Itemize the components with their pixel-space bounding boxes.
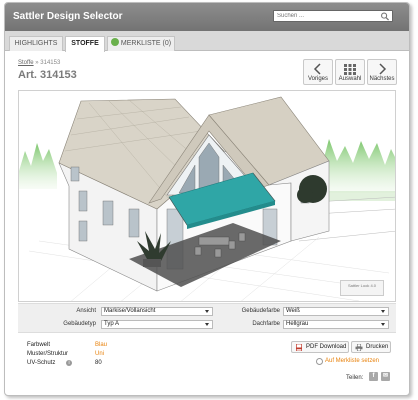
tab-highlights-label: HIGHLIGHTS bbox=[14, 40, 58, 47]
ansicht-value: Markise/Vollansicht bbox=[104, 308, 156, 314]
property-key: UV-Schutz bbox=[27, 360, 56, 366]
house-illustration bbox=[19, 96, 395, 301]
merkliste-icon[interactable] bbox=[316, 358, 323, 365]
print-button[interactable]: Drucken bbox=[351, 341, 391, 353]
printer-icon bbox=[355, 344, 363, 351]
breadcrumb: Stoffe » 314153 bbox=[18, 60, 60, 66]
viewer-badge: Sattler Look 4.0 bbox=[340, 280, 384, 296]
pdf-download-label: PDF Download bbox=[306, 344, 347, 350]
email-icon[interactable]: ✉ bbox=[381, 372, 390, 381]
house-preview[interactable]: Sattler Look 4.0 bbox=[18, 90, 396, 302]
property-row: Farbwelt Blau bbox=[27, 341, 147, 350]
dachfarbe-label: Dachfarbe bbox=[252, 321, 280, 327]
next-button[interactable]: Nächstes bbox=[367, 59, 397, 85]
viewer-badge-text: Sattler Look 4.0 bbox=[347, 283, 377, 288]
breadcrumb-current: 314153 bbox=[40, 60, 61, 66]
chevron-down-icon bbox=[205, 310, 209, 313]
search-box[interactable] bbox=[273, 10, 393, 22]
gebaeudetyp-label: Gebäudetyp bbox=[63, 321, 96, 327]
chevron-down-icon bbox=[205, 323, 209, 326]
previous-label: Voriges bbox=[307, 76, 328, 82]
search-input[interactable] bbox=[274, 11, 378, 21]
app-window: Sattler Design Selector HIGHLIGHTS STOFF… bbox=[4, 2, 410, 396]
tab-merkliste[interactable]: MERKLISTE (0) bbox=[107, 36, 175, 51]
gebaeudefarbe-select[interactable]: Weiß bbox=[283, 307, 389, 316]
property-value: Blau bbox=[95, 342, 108, 348]
chevron-down-icon bbox=[381, 310, 385, 313]
breadcrumb-link-stoffe[interactable]: Stoffe bbox=[18, 60, 34, 66]
tab-stoffe-label: STOFFE bbox=[71, 40, 99, 47]
property-value: 80 bbox=[95, 360, 102, 366]
gebaeudetyp-value: Typ A bbox=[104, 321, 120, 327]
chevron-down-icon bbox=[381, 323, 385, 326]
print-label: Drucken bbox=[366, 344, 389, 350]
checkmark-icon bbox=[110, 38, 119, 46]
property-row: Muster/Struktur Uni bbox=[27, 350, 147, 359]
page-title: Art. 314153 bbox=[18, 69, 77, 81]
selection-label: Auswahl bbox=[338, 76, 362, 82]
chevron-left-icon bbox=[313, 63, 321, 75]
gebaeudefarbe-value: Weiß bbox=[286, 308, 300, 314]
ansicht-select[interactable]: Markise/Vollansicht bbox=[101, 307, 213, 316]
facebook-icon[interactable]: f bbox=[369, 372, 378, 381]
dachfarbe-select[interactable]: Hellgrau bbox=[283, 320, 389, 329]
next-label: Nächstes bbox=[369, 76, 395, 82]
property-row: UV-Schutz i 80 bbox=[27, 359, 147, 368]
grid-icon bbox=[344, 64, 356, 75]
previous-button[interactable]: Voriges bbox=[303, 59, 333, 85]
app-title: Sattler Design Selector bbox=[13, 11, 123, 22]
tab-highlights[interactable]: HIGHLIGHTS bbox=[9, 36, 63, 51]
property-key: Farbwelt bbox=[27, 342, 51, 348]
ansicht-label: Ansicht bbox=[76, 308, 96, 314]
search-icon[interactable] bbox=[380, 12, 390, 21]
tab-merkliste-label: MERKLISTE (0) bbox=[120, 40, 172, 47]
gebaeudetyp-select[interactable]: Typ A bbox=[101, 320, 213, 329]
property-key: Muster/Struktur bbox=[27, 351, 69, 357]
dachfarbe-value: Hellgrau bbox=[286, 321, 309, 327]
gebaeudefarbe-label: Gebäudefarbe bbox=[241, 308, 280, 314]
tab-bar: HIGHLIGHTS STOFFE MERKLISTE (0) bbox=[5, 31, 409, 52]
selection-button[interactable]: Auswahl bbox=[335, 59, 365, 85]
chevron-right-icon bbox=[379, 63, 387, 75]
info-icon[interactable]: i bbox=[66, 360, 72, 366]
title-bar: Sattler Design Selector bbox=[5, 3, 409, 31]
options-panel: Ansicht Markise/Vollansicht Gebäudetyp T… bbox=[18, 303, 396, 333]
pdf-download-button[interactable]: PDF Download bbox=[291, 341, 349, 353]
property-value: Uni bbox=[95, 351, 105, 357]
breadcrumb-separator: » bbox=[35, 60, 39, 66]
share-label: Teilen: bbox=[346, 375, 364, 381]
pdf-icon bbox=[296, 344, 302, 351]
tab-stoffe[interactable]: STOFFE bbox=[65, 36, 105, 52]
background-trees-left bbox=[19, 143, 57, 189]
add-to-watchlist-link[interactable]: Auf Merkliste setzen bbox=[325, 358, 379, 364]
